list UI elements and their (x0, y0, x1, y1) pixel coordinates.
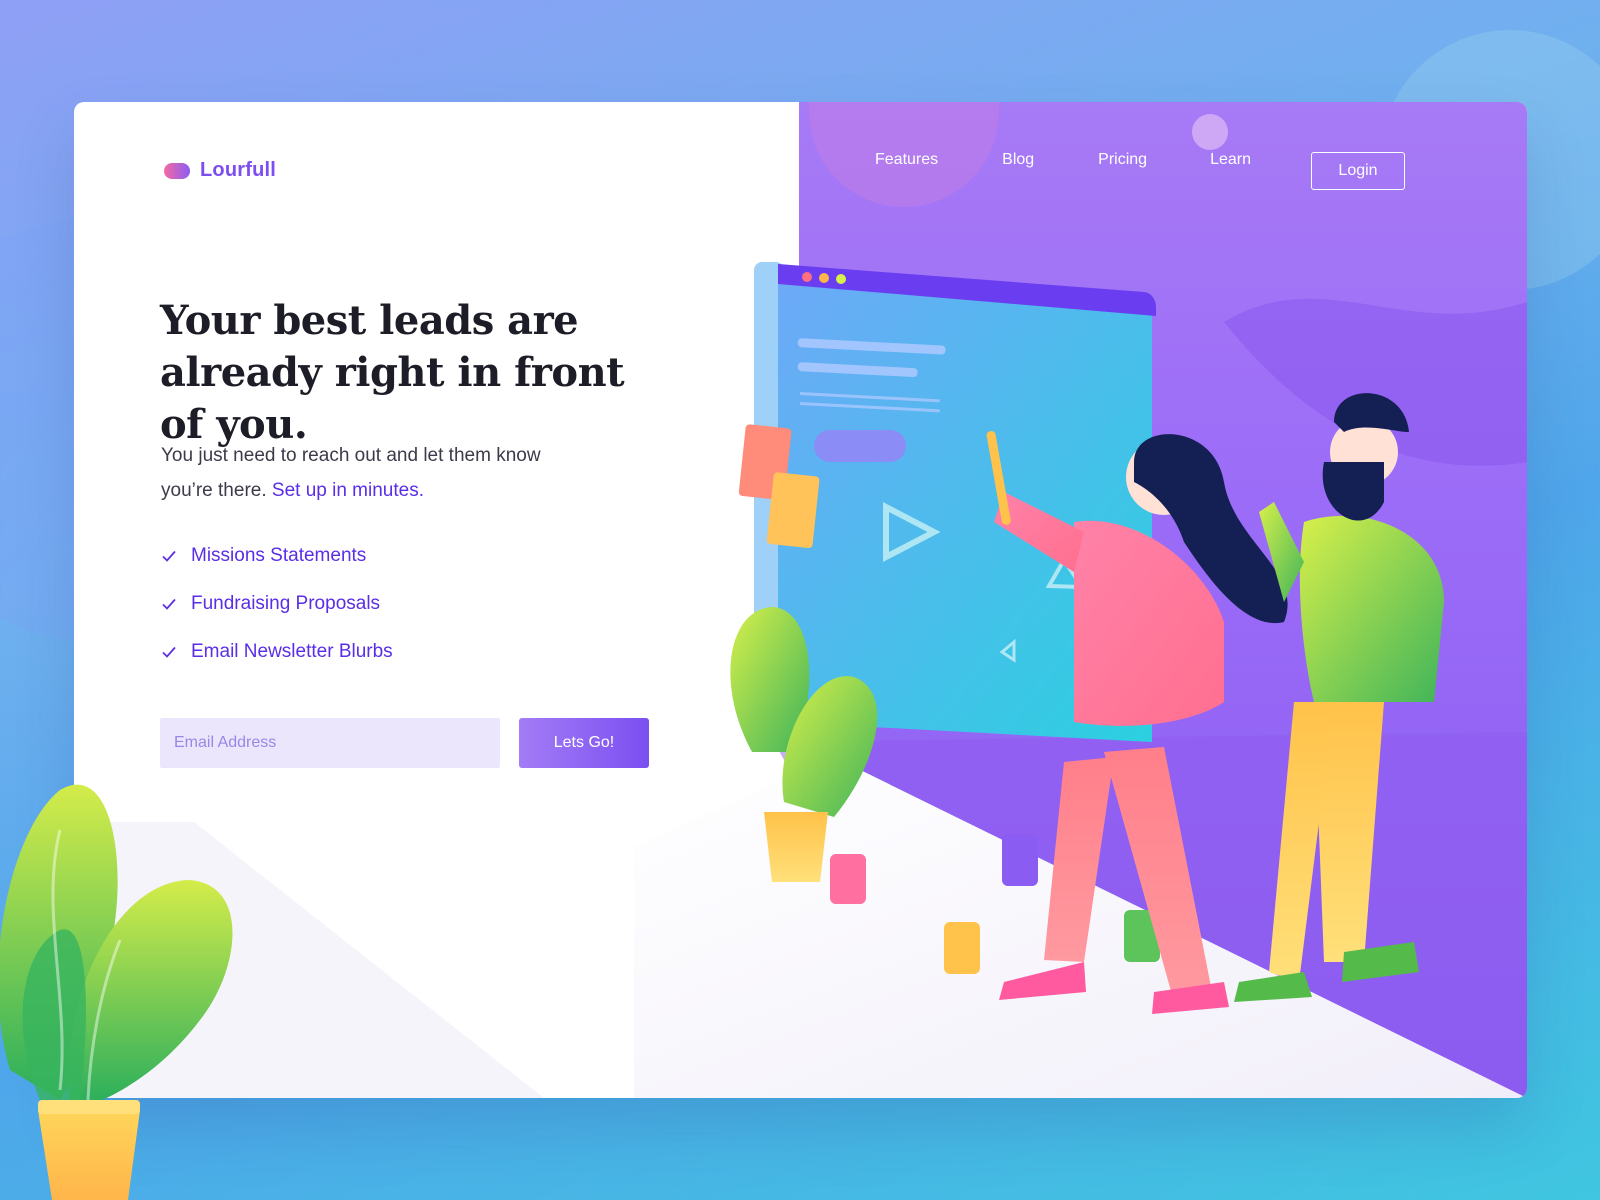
feature-item: Email Newsletter Blurbs (161, 628, 393, 676)
nav-link-features[interactable]: Features (875, 151, 938, 169)
top-nav: Features Blog Pricing Learn (875, 151, 1315, 169)
nav-link-blog[interactable]: Blog (1002, 151, 1034, 169)
landing-card: Lourfull Features Blog Pricing Learn Log… (74, 102, 1527, 1098)
submit-button[interactable]: Lets Go! (519, 718, 649, 768)
check-icon (162, 550, 176, 562)
feature-label: Missions Statements (191, 545, 367, 566)
email-field[interactable] (160, 718, 500, 768)
pill-logo-icon (164, 162, 190, 179)
feature-item: Fundraising Proposals (161, 580, 393, 628)
hero-headline: Your best leads are already right in fro… (160, 297, 625, 448)
feature-list: Missions Statements Fundraising Proposal… (161, 532, 393, 676)
check-icon (162, 646, 176, 658)
feature-label: Fundraising Proposals (191, 593, 381, 614)
feature-item: Missions Statements (161, 532, 393, 580)
nav-link-learn[interactable]: Learn (1210, 151, 1251, 169)
setup-link[interactable]: Set up in minutes. (272, 480, 424, 501)
brand-name: Lourfull (200, 159, 277, 181)
brand[interactable]: Lourfull (164, 159, 276, 182)
feature-label: Email Newsletter Blurbs (191, 641, 393, 662)
hero-subtext: You just need to reach out and let them … (161, 438, 591, 508)
login-button[interactable]: Login (1311, 152, 1405, 190)
check-icon (162, 598, 176, 610)
nav-link-pricing[interactable]: Pricing (1098, 151, 1147, 169)
large-plant-illustration (0, 784, 233, 1200)
